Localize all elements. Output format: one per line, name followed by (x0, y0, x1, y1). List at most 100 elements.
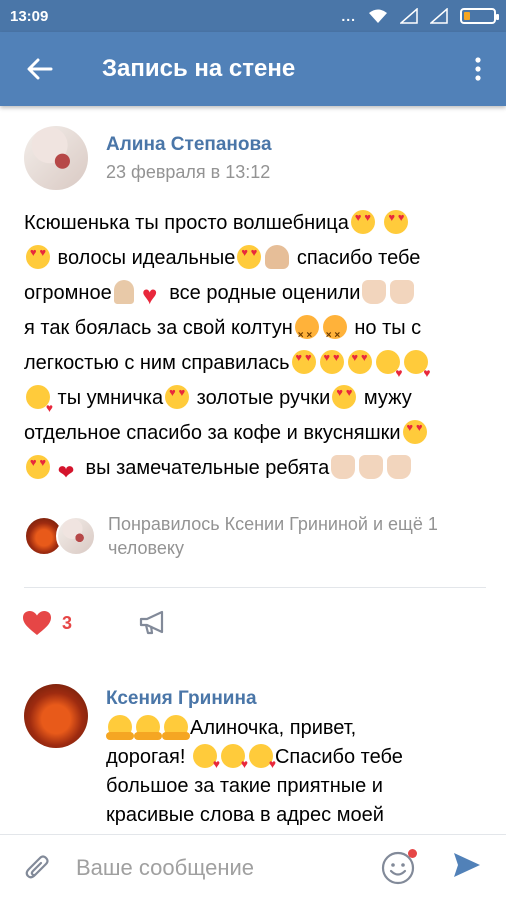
status-time: 13:09 (10, 7, 49, 25)
message-input[interactable] (76, 854, 366, 881)
text-line: большое за такие приятные и (106, 772, 480, 801)
text-segment: огромное (24, 282, 112, 304)
signal-icon-2 (430, 8, 448, 24)
arrow-left-icon (27, 58, 53, 80)
page-title: Запись на стене (102, 55, 296, 82)
likes-text: Понравилось Ксении Грининой и ещё 1 чело… (108, 514, 438, 558)
text-segment: Алиночка, привет, (190, 717, 357, 739)
thumbs-up-emoji (331, 455, 356, 479)
liker-avatar (56, 516, 96, 556)
status-icons: ... (341, 8, 499, 24)
more-menu-button[interactable] (450, 32, 506, 106)
app-bar: Запись на стене (0, 32, 506, 106)
text-line: Ксюшенька ты просто волшебница (24, 206, 486, 241)
back-button[interactable] (0, 32, 80, 106)
text-segment: я так боялась за свой колтун (24, 317, 293, 339)
signal-icon (400, 8, 418, 24)
commenter-avatar[interactable] (24, 684, 88, 748)
heart-eyes-emoji (165, 385, 190, 409)
text-segment: волосы идеальные (52, 247, 236, 269)
share-button[interactable] (138, 610, 168, 636)
post-text: Ксюшенька ты просто волшебница волосы ид… (24, 206, 486, 486)
text-line: огромное ♥ все родные оценили (24, 276, 486, 311)
thumbs-up-emoji (362, 280, 387, 304)
heart-eyes-emoji (350, 210, 375, 234)
more-vertical-icon (475, 57, 481, 81)
heart-icon (23, 611, 51, 635)
text-line: ты умничка золотые ручки мужу (24, 381, 486, 426)
post-actions: 3 (22, 610, 168, 636)
megaphone-icon (139, 610, 164, 635)
text-segment: отдельное спасибо за кофе и вкусняшки (24, 422, 401, 444)
kiss-emoji (192, 744, 220, 779)
text-segment (377, 212, 383, 234)
author-avatar[interactable] (24, 126, 88, 190)
thumbs-up-emoji (390, 280, 415, 304)
kiss-emoji (375, 350, 403, 391)
heart-eyes-emoji (332, 385, 357, 409)
comment-text: Алиночка, привет,дорогая! Спасибо тебебо… (106, 714, 480, 830)
text-segment: дорогая! (106, 746, 191, 768)
like-count: 3 (62, 612, 73, 633)
status-bar: 13:09 ... (0, 0, 506, 32)
post-meta: Алина Степанова 23 февраля в 13:12 (106, 134, 272, 183)
likes-summary[interactable]: Понравилось Ксении Грининой и ещё 1 чело… (24, 512, 486, 560)
thumbs-up-emoji (359, 455, 384, 479)
heart-eyes-emoji (26, 245, 50, 269)
author-name[interactable]: Алина Степанова (106, 134, 272, 156)
comment-author[interactable]: Ксения Гринина (106, 688, 480, 710)
like-button[interactable]: 3 (22, 610, 72, 636)
pray-emoji (113, 280, 134, 304)
liker-avatars (24, 516, 96, 556)
hug-emoji (106, 715, 134, 740)
ok-hand-emoji (265, 245, 290, 269)
heart-eyes-emoji (384, 210, 409, 234)
text-segment: ты умничка (52, 387, 164, 409)
post-header: Алина Степанова 23 февраля в 13:12 (24, 126, 272, 190)
hug-emoji (162, 715, 190, 740)
kiss-emoji (220, 744, 248, 779)
heart-eyes-emoji (319, 350, 344, 374)
hug-emoji (134, 715, 162, 740)
send-button[interactable] (452, 851, 482, 884)
send-icon (454, 853, 480, 877)
kiss-emoji (403, 350, 431, 391)
text-line: красивые слова в адрес моей (106, 801, 480, 830)
notification-dot (408, 848, 417, 858)
text-line: Алиночка, привет, (106, 714, 480, 743)
comment-body: Ксения Гринина Алиночка, привет, дорогая!… (106, 684, 480, 830)
post-date: 23 февраля в 13:12 (106, 161, 271, 182)
text-segment: Ксюшенька ты просто волшебница (24, 212, 349, 234)
worried-emoji (294, 315, 319, 353)
text-segment: Спасибо тебе (274, 746, 403, 768)
worried-emoji (322, 315, 347, 353)
red-heart-emoji: ♥ (142, 280, 158, 310)
heart-eyes-emoji (347, 350, 372, 374)
thumbs-up-emoji (387, 455, 412, 479)
heart-eyes-emoji (26, 455, 50, 479)
text-segment: спасибо тебе (291, 247, 421, 269)
kiss-emoji (248, 744, 276, 779)
text-segment: но ты с (348, 317, 422, 339)
text-segment: вы замечательные ребята (80, 457, 330, 479)
text-line: отдельное спасибо за кофе и вкусняшки (24, 416, 486, 451)
heart-eyes-emoji (402, 420, 427, 444)
paperclip-icon (25, 854, 49, 878)
text-line: дорогая! Спасибо тебе (106, 743, 480, 779)
kiss-emoji (26, 385, 53, 426)
comment: Ксения Гринина Алиночка, привет, дорогая!… (24, 684, 486, 830)
attach-button[interactable] (0, 853, 76, 883)
message-composer (0, 834, 506, 900)
text-segment: все родные оценили (163, 282, 361, 304)
text-line: я так боялась за свой колтун но ты с (24, 311, 486, 353)
text-line: ❤ вы замечательные ребята (24, 451, 486, 486)
notification-dots: ... (341, 8, 356, 24)
heart-eyes-emoji (237, 245, 262, 269)
text-segment: золотые ручки (191, 387, 331, 409)
text-line: легкостью с ним справилась (24, 346, 486, 391)
post-content: Алина Степанова 23 февраля в 13:12 Ксюше… (0, 106, 506, 834)
text-segment: мужу (358, 387, 412, 409)
text-segment: красивые слова в адрес моей (106, 804, 384, 826)
text-line: волосы идеальные спасибо тебе (24, 241, 486, 276)
sticker-button[interactable] (380, 848, 417, 886)
